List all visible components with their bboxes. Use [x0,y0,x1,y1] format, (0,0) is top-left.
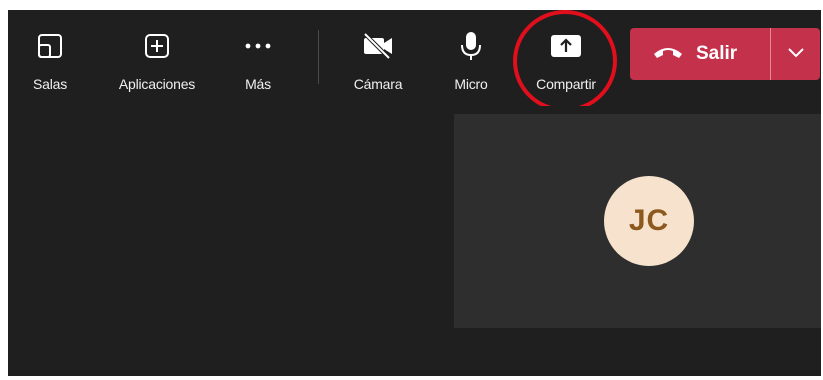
participant-tile[interactable]: JC [454,114,821,328]
share-screen-icon [549,26,583,66]
leave-label: Salir [696,43,738,64]
mas-button[interactable]: Más [232,10,284,106]
leave-button[interactable]: Salir [630,28,770,80]
salas-button[interactable]: Salas [22,10,78,106]
leave-button-group: Salir [630,28,820,80]
microphone-icon [459,26,483,66]
aplicaciones-label: Aplicaciones [118,76,196,92]
aplicaciones-button[interactable]: Aplicaciones [100,10,214,106]
meeting-toolbar: Salas Aplicaciones Más Cámara Micro Comp… [8,10,821,112]
video-stage: JC [8,106,821,376]
hang-up-icon [652,44,684,65]
mas-label: Más [245,76,271,92]
compartir-button[interactable]: Compartir [520,10,612,106]
micro-label: Micro [454,76,488,92]
add-apps-icon [143,26,171,66]
more-options-icon [243,26,273,66]
camara-label: Cámara [353,76,403,92]
compartir-label: Compartir [536,76,596,92]
salas-label: Salas [32,76,68,92]
participant-avatar: JC [604,176,694,266]
breakout-rooms-icon [35,26,65,66]
chevron-down-icon [787,45,805,63]
avatar-initials: JC [628,204,670,237]
toolbar-divider [318,30,319,84]
camera-off-icon [361,26,395,66]
camara-button[interactable]: Cámara [342,10,414,106]
leave-options-button[interactable] [771,28,820,80]
meeting-window: Salas Aplicaciones Más Cámara Micro Comp… [8,10,821,376]
micro-button[interactable]: Micro [440,10,502,106]
